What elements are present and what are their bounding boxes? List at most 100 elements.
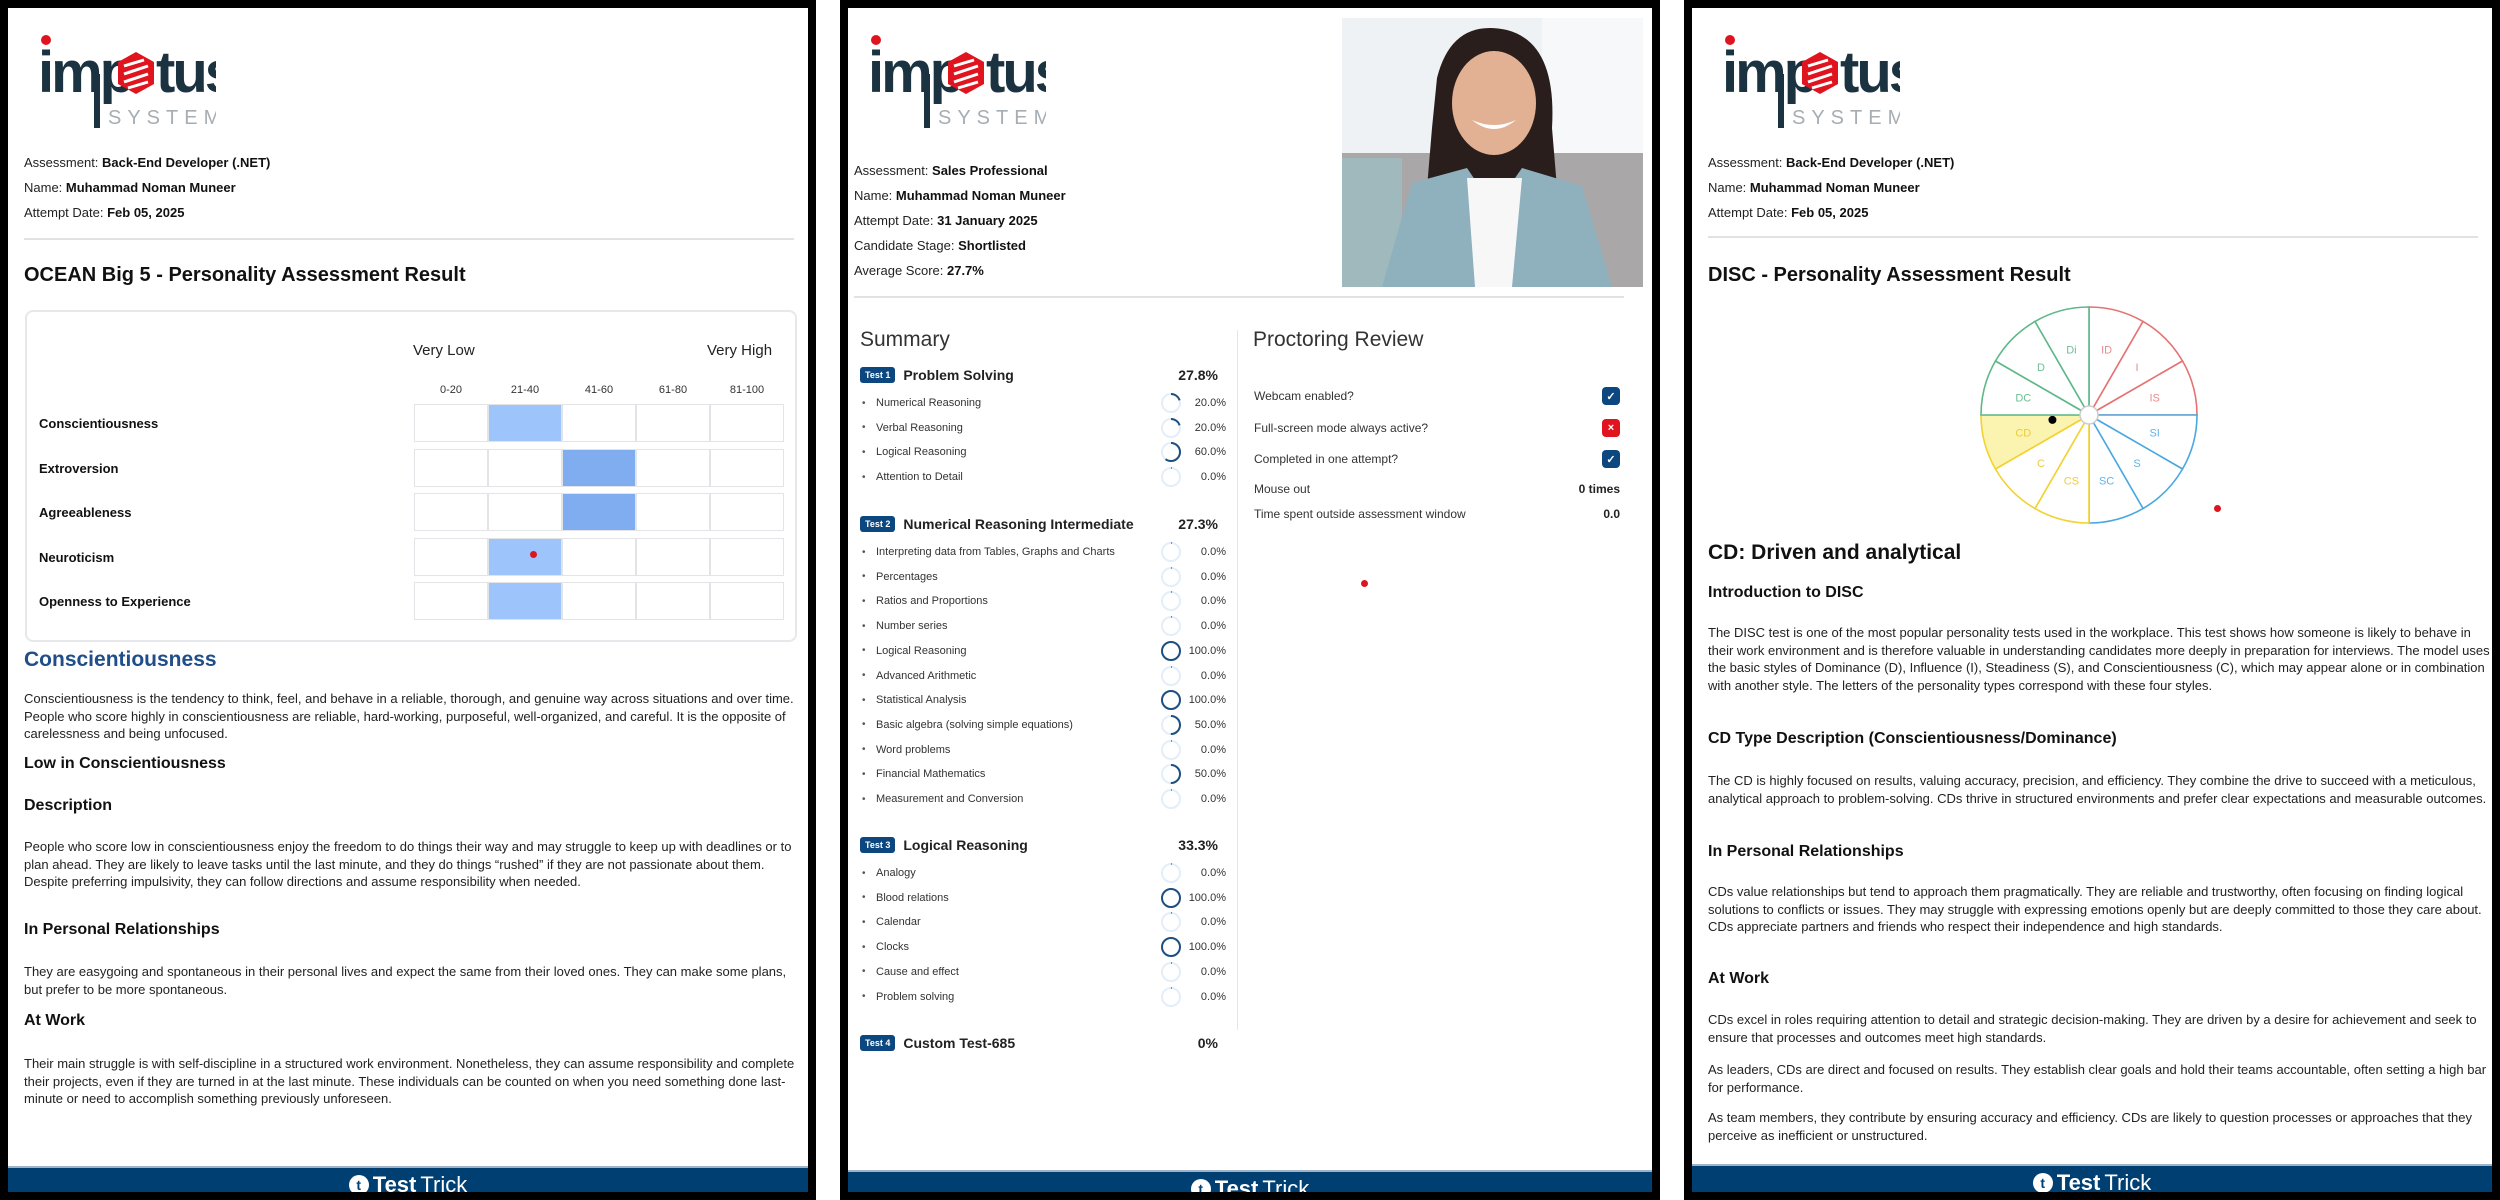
logo-subtext: SYSTEMS (938, 107, 1046, 129)
subskill-row: • Logical Reasoning 60.0% (862, 441, 1226, 463)
trait-score-cell (636, 582, 710, 620)
bullet-icon: • (862, 744, 866, 756)
trait-score-cell (710, 448, 784, 487)
divider (1708, 236, 2478, 238)
bullet-icon: • (862, 620, 866, 632)
progress-ring (1161, 739, 1181, 760)
scale-high-label: Very High (707, 342, 773, 359)
subskill-name: Problem solving (876, 990, 955, 1003)
report-meta: Assessment: Back-End Developer (.NET) Na… (24, 150, 270, 225)
subskill-name: Statistical Analysis (876, 694, 967, 707)
disc-segment-label: D (2037, 362, 2045, 374)
meta-attempt-date: Attempt Date: Feb 05, 2025 (24, 205, 185, 220)
column-divider (1237, 330, 1238, 1030)
subskill-score: 0.0% (1200, 570, 1226, 583)
footer-bar: t Test Trick (848, 1170, 1652, 1192)
progress-ring (1161, 764, 1181, 785)
subskill-score: 0.0% (1200, 471, 1226, 484)
trait-score-cell (710, 404, 784, 442)
subskill-score: 0.0% (1200, 620, 1226, 633)
subskill-row: • Interpreting data from Tables, Graphs a… (862, 541, 1226, 563)
cursor-marker (1361, 580, 1368, 587)
brand-light: Trick (1262, 1176, 1310, 1193)
disc-wheel-chart: ID I IS SI S SC CS C CD DC D Di (1980, 306, 2198, 524)
subskill-name: Cause and effect (876, 965, 959, 978)
brand-light: Trick (420, 1172, 468, 1193)
progress-ring (1161, 690, 1181, 711)
progress-ring (1161, 887, 1181, 908)
progress-ring (1161, 442, 1181, 463)
type-text: The CD is highly focused on results, val… (1708, 773, 2487, 806)
divider (24, 238, 794, 240)
test-header: Test 1 Problem Solving 27.8% (860, 364, 1218, 386)
page-title: DISC - Personality Assessment Result (1708, 264, 2071, 286)
work-heading: At Work (24, 1012, 86, 1029)
brand-bold: Test (372, 1172, 417, 1193)
ocean-chart: Very Low Very High 0-20 21-40 41-60 61-80 81… (25, 310, 797, 642)
progress-ring (1161, 467, 1181, 488)
logo-subtext: SYSTEMS (108, 107, 216, 129)
logo-text-tus: tus (986, 40, 1046, 105)
trait-score-cell-active (488, 537, 562, 576)
subskill-row: • Number series 0.0% (862, 615, 1226, 637)
meta-assessment: Assessment: Sales Professional (854, 163, 1048, 178)
test-score: 27.8% (1178, 367, 1218, 383)
subskill-name: Attention to Detail (876, 471, 963, 484)
meta-candidate-stage: Candidate Stage: Shortlisted (854, 238, 1026, 253)
subskill-row: • Numerical Reasoning 20.0% (862, 392, 1226, 414)
work-text-1: CDs excel in roles requiring attention t… (1708, 1012, 2477, 1045)
progress-ring (1161, 665, 1181, 686)
trait-score-cell (562, 582, 636, 620)
proctoring-label: Mouse out (1254, 482, 1311, 496)
subskill-row: • Logical Reasoning 100.0% (862, 640, 1226, 662)
trait-label: Agreeableness (39, 505, 132, 520)
test-name: Logical Reasoning (903, 837, 1028, 853)
subskill-name: Calendar (876, 916, 921, 929)
progress-ring (1161, 714, 1181, 735)
subskill-score: 50.0% (1194, 768, 1226, 781)
testtrick-logo-icon: t (2032, 1173, 2053, 1192)
subskill-score: 0.0% (1200, 793, 1226, 805)
subskill-score: 0.0% (1200, 546, 1226, 558)
testtrick-logo: t Test Trick (348, 1172, 468, 1193)
progress-ring (1161, 863, 1181, 883)
work-heading: At Work (1708, 970, 1770, 987)
trait-intro: Conscientiousness is the tendency to thi… (24, 691, 794, 741)
proctoring-value: 0.0 (1603, 507, 1620, 521)
meta-name: Name: Muhammad Noman Muneer (24, 180, 236, 195)
work-text: Their main struggle is with self-discipl… (24, 1056, 795, 1106)
subskill-name: Analogy (876, 867, 916, 879)
subskill-score: 0.0% (1200, 965, 1226, 978)
trait-score-row (414, 448, 784, 487)
subskill-score: 20.0% (1194, 397, 1226, 409)
test-badge: Test 2 (860, 516, 896, 532)
trait-score-cell (710, 582, 784, 620)
trait-score-cell (710, 537, 784, 576)
logo-text-tus: tus (156, 40, 216, 105)
brand-bold: Test (2056, 1170, 2101, 1193)
test-header: Test 3 Logical Reasoning 33.3% (860, 834, 1218, 856)
proctoring-row: Time spent outside assessment window 0.0 (1254, 502, 1620, 526)
meta-average-score: Average Score: 27.7% (854, 263, 984, 278)
proctoring-row: Mouse out 0 times (1254, 477, 1620, 501)
trait-score-cell (562, 404, 636, 442)
trait-score-cell (636, 448, 710, 487)
disc-segment-label: DC (2015, 392, 2031, 404)
bullet-icon: • (862, 471, 866, 483)
subskill-row: • Cause and effect 0.0% (862, 961, 1226, 983)
trait-score-cell (636, 404, 710, 442)
meta-assessment: Assessment: Back-End Developer (.NET) (1708, 155, 1955, 170)
brand-bold: Test (1214, 1176, 1259, 1193)
candidate-photo (1342, 18, 1643, 287)
x-icon: × (1602, 419, 1620, 437)
trait-score-cell (414, 448, 488, 487)
subskill-row: • Basic algebra (solving simple equations… (862, 714, 1226, 736)
progress-ring (1161, 566, 1181, 587)
page-title: OCEAN Big 5 - Personality Assessment Res… (24, 264, 466, 286)
summary-title: Summary (860, 328, 950, 351)
cursor-marker (2214, 505, 2221, 512)
trait-label: Neuroticism (39, 549, 115, 565)
subskill-name: Logical Reasoning (876, 446, 967, 459)
logo-text-tus: tus (1840, 40, 1900, 105)
subskill-row: • Verbal Reasoning 20.0% (862, 417, 1226, 439)
